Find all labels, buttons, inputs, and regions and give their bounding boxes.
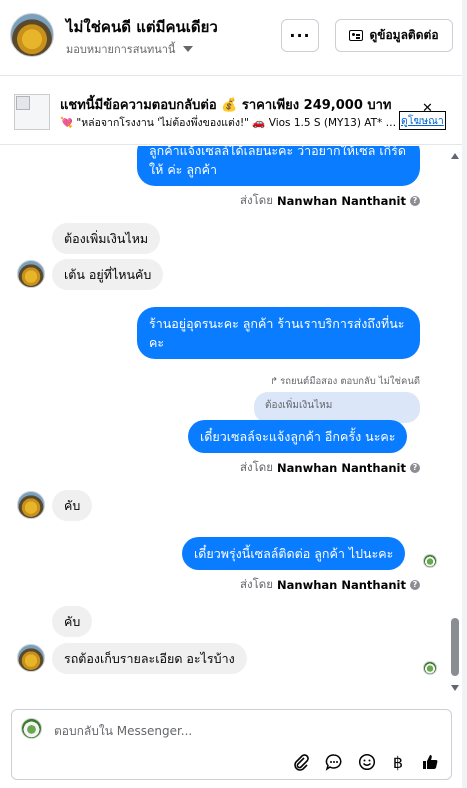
caret-down-icon bbox=[183, 46, 194, 52]
panel-edge bbox=[462, 0, 467, 788]
sent-by-prefix: ส่งโดย bbox=[239, 577, 274, 591]
reply-arrow-icon: ↱ bbox=[270, 376, 279, 387]
scrollbar-thumb[interactable] bbox=[451, 618, 459, 676]
reply-placeholder[interactable]: ตอบกลับใน Messenger... bbox=[54, 722, 192, 741]
seen-avatar bbox=[423, 661, 437, 675]
ad-title: แชทนี้มีข้อความตอบกลับต่อ 💰 ราคาเพียง 24… bbox=[60, 98, 392, 113]
conversation-header: ไม่ใช่คนดี แต่มีคนเดียว มอบหมายการสนทนาน… bbox=[0, 0, 467, 76]
seen-avatar bbox=[423, 554, 437, 568]
message-outgoing: ลูกค้าแจ้งเซลล์ได้เลยนะคะ ว่าอยากให้เซล … bbox=[137, 146, 420, 186]
sent-by-line: ส่งโดย Nanwhan Nanthanit ? bbox=[240, 192, 420, 210]
contact-avatar-small bbox=[17, 491, 45, 519]
scrollbar[interactable] bbox=[449, 150, 461, 695]
scroll-down-arrow-icon[interactable] bbox=[451, 685, 459, 691]
sender-name: Nanwhan Nanthanit bbox=[277, 578, 406, 592]
thumbs-up-icon[interactable] bbox=[420, 752, 440, 772]
assign-label: มอบหมายการสนทนานี้ bbox=[66, 43, 176, 56]
message-outgoing: เดี๋ยวเซลล์จะแจ้งลูกค้า อีกครั้ง นะคะ bbox=[188, 420, 408, 453]
message-outgoing: เดี๋ยวพรุ่งนี้เซลล์ติดต่อ ลูกค้า ไปนะคะ bbox=[182, 537, 406, 570]
sender-name: Nanwhan Nanthanit bbox=[277, 461, 406, 475]
contact-card-icon bbox=[349, 30, 364, 41]
quoted-message: ต้องเพิ่มเงินไหม bbox=[254, 392, 420, 423]
view-contact-label: ดูข้อมูลติดต่อ bbox=[369, 28, 439, 42]
page-avatar bbox=[21, 718, 42, 739]
assign-dropdown[interactable]: มอบหมายการสนทนานี้ bbox=[66, 40, 194, 58]
contact-name: ไม่ใช่คนดี แต่มีคนเดียว bbox=[66, 18, 218, 36]
message-list: ลูกค้าแจ้งเซลล์ได้เลยนะคะ ว่าอยากให้เซล … bbox=[0, 146, 446, 701]
info-icon: ? bbox=[410, 580, 420, 590]
sent-by-line: ส่งโดย Nanwhan Nanthanit ? bbox=[240, 576, 420, 594]
reply-input[interactable] bbox=[11, 709, 452, 780]
sent-by-prefix: ส่งโดย bbox=[239, 193, 274, 207]
attachment-icon[interactable] bbox=[291, 752, 311, 772]
ad-thumbnail bbox=[14, 94, 50, 130]
contact-avatar-small bbox=[17, 644, 45, 672]
composer: ตอบกลับใน Messenger... ฿ bbox=[0, 701, 462, 788]
message-incoming: ต้องเพิ่มเงินไหม bbox=[52, 223, 161, 254]
message-incoming: คับ bbox=[52, 606, 93, 637]
reply-note-text: รถยนต์มือสอง ตอบกลับ ไม่ใช่คนดี bbox=[280, 376, 420, 387]
contact-avatar-small bbox=[17, 260, 45, 288]
message-outgoing: ร้านอยู่อุดรนะคะ ลูกค้า ร้านเราบริการส่ง… bbox=[137, 307, 420, 359]
view-contact-button[interactable]: ดูข้อมูลติดต่อ bbox=[335, 19, 453, 52]
reply-indicator: ↱ รถยนต์มือสอง ตอบกลับ ไม่ใช่คนดี bbox=[270, 374, 420, 389]
pinned-ad-banner: แชทนี้มีข้อความตอบกลับต่อ 💰 ราคาเพียง 24… bbox=[0, 77, 467, 145]
saved-reply-icon[interactable] bbox=[324, 752, 344, 772]
sent-by-prefix: ส่งโดย bbox=[239, 460, 274, 474]
scroll-up-arrow-icon[interactable] bbox=[451, 153, 459, 159]
payment-baht-icon[interactable]: ฿ bbox=[388, 752, 408, 772]
info-icon: ? bbox=[410, 463, 420, 473]
contact-avatar[interactable] bbox=[10, 13, 54, 57]
message-incoming: เต้น อยู่ที่ไหนคับ bbox=[52, 259, 164, 290]
sender-name: Nanwhan Nanthanit bbox=[277, 194, 406, 208]
ad-subtitle: 💘 "หล่อจากโรงงาน 'ไม่ต้องพึ่งของแต่ง!" 🚗… bbox=[60, 117, 398, 129]
message-incoming: คับ bbox=[52, 490, 93, 521]
info-icon: ? bbox=[410, 196, 420, 206]
message-incoming: รถต้องเก็บรายละเอียด อะไรบ้าง bbox=[52, 643, 247, 674]
more-options-button[interactable]: ··· bbox=[281, 19, 319, 52]
sent-by-line: ส่งโดย Nanwhan Nanthanit ? bbox=[240, 459, 420, 477]
emoji-icon[interactable] bbox=[357, 752, 377, 772]
view-ad-link[interactable]: ดูโฆษณา bbox=[399, 111, 446, 130]
